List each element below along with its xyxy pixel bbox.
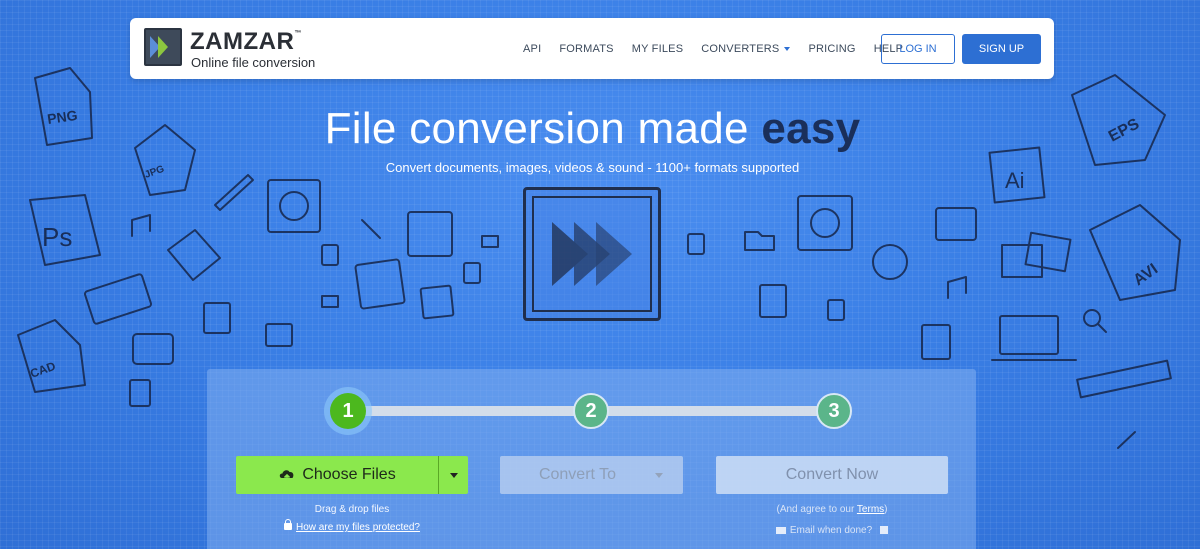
nav-converters-label: CONVERTERS (701, 42, 780, 55)
lock-icon (284, 519, 293, 530)
refresh-tile-icon-right (797, 195, 853, 251)
step-1-indicator: 1 (330, 393, 366, 429)
refresh-tile-icon (267, 179, 321, 233)
agree-suffix: ) (884, 504, 888, 515)
hero-title: File conversion made easy (0, 104, 1185, 154)
drag-drop-hint: Drag & drop files (314, 504, 390, 515)
chevron-down-icon (449, 472, 458, 478)
play-circle-icon (872, 244, 908, 280)
login-button[interactable]: LOG IN (881, 34, 955, 64)
convert-to-label: Convert To (538, 466, 617, 483)
chevron-down-icon (655, 472, 663, 478)
email-when-done-row: Email when done? (716, 525, 948, 536)
step-2-indicator: 2 (573, 393, 609, 429)
nav-converters[interactable]: CONVERTERS (701, 42, 791, 55)
email-when-done-checkbox[interactable] (880, 526, 889, 535)
zamzar-logo[interactable]: ZAMZAR™ Online file conversion (144, 28, 324, 72)
convert-now-button[interactable]: Convert Now (716, 456, 948, 494)
choose-files-dropdown-toggle[interactable] (439, 456, 468, 494)
hero-subtitle: Convert documents, images, videos & soun… (385, 160, 800, 175)
chevron-down-icon (784, 46, 791, 51)
music-note-icon-right (947, 276, 967, 299)
film-icon (354, 258, 406, 310)
photoshop-file-icon (29, 194, 101, 266)
main-nav: API FORMATS MY FILES CONVERTERS PRICING … (523, 18, 921, 79)
hero-title-bold: easy (761, 104, 861, 153)
pencil-icon (214, 174, 254, 211)
folder-icon (744, 231, 775, 251)
illustrator-file-icon (988, 146, 1046, 204)
files-protected-link[interactable]: How are my files protected? (296, 522, 420, 533)
diamond-icon (167, 229, 221, 281)
fast-forward-hero-icon (523, 187, 661, 321)
signup-button[interactable]: SIGN UP (962, 34, 1041, 64)
video-tile-icon (935, 207, 977, 241)
cassette-icon (83, 273, 153, 325)
logo-tagline: Online file conversion (191, 55, 316, 70)
cloud-upload-icon (280, 470, 294, 482)
laptop-icon (999, 315, 1059, 355)
email-when-done-label: Email when done? (789, 525, 873, 536)
convert-to-select[interactable]: Convert To (500, 456, 683, 494)
choose-files-control: Choose Files (236, 456, 468, 494)
logo-name: ZAMZAR™ (190, 28, 302, 55)
magnifier-icon (1083, 309, 1101, 327)
wrench-icon (361, 219, 381, 239)
cad-doodle-label: CAD (28, 359, 58, 381)
top-navigation-bar: ZAMZAR™ Online file conversion API FORMA… (130, 18, 1054, 79)
nav-my-files[interactable]: MY FILES (632, 43, 684, 55)
nav-api[interactable]: API (523, 43, 541, 55)
choose-files-label: Choose Files (302, 466, 396, 483)
terms-link[interactable]: Terms (857, 504, 884, 515)
choose-files-button[interactable]: Choose Files (236, 456, 439, 494)
play-tile-icon (407, 211, 453, 257)
step-3-indicator: 3 (816, 393, 852, 429)
avi-doodle-label: AVI (1131, 261, 1162, 290)
music-note-icon (131, 214, 151, 237)
nav-formats[interactable]: FORMATS (559, 43, 613, 55)
hero-title-regular: File conversion made (324, 104, 762, 153)
cad-file-icon (17, 319, 86, 393)
image-file-icon (1001, 244, 1043, 278)
envelope-icon (775, 526, 786, 534)
envelope-icon (481, 235, 499, 248)
video-file-icon (132, 333, 174, 365)
files-protected-row: How are my files protected? (236, 519, 468, 533)
zamzar-logo-icon (144, 28, 182, 66)
ruler-icon (1076, 359, 1172, 399)
avi-file-icon (1089, 204, 1181, 301)
terms-agreement: (And agree to our Terms) (716, 504, 948, 515)
ps-doodle-label: Ps (42, 222, 72, 252)
clipboard-icon (759, 284, 787, 318)
agree-prefix: (And agree to our (776, 504, 857, 515)
nav-pricing[interactable]: PRICING (808, 43, 855, 55)
